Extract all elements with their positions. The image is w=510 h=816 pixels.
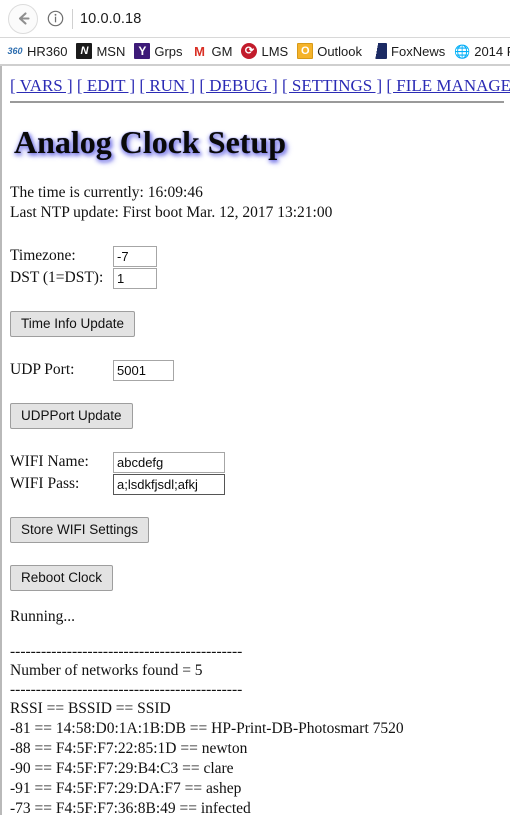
bookmark-label: 2014 F-150 [474,43,510,59]
network-row: -73 == F4:5F:F7:36:8B:49 == infected [10,800,251,815]
hr360-favicon: 360 [7,45,23,56]
timezone-row: Timezone: [10,245,510,267]
bookmark-label: Grps [154,43,183,59]
divider-bottom: ----------------------------------------… [10,681,243,698]
bookmark-label: HR360 [27,43,68,59]
wifi-pass-label: WIFI Pass: [10,475,80,492]
page-title: Analog Clock Setup [14,124,287,160]
networks-found-text: Number of networks found = 5 [10,662,203,679]
network-table-header: RSSI == BSSID == SSID [10,700,171,717]
horizontal-rule [10,101,504,103]
network-row: -91 == F4:5F:F7:29:DA:F7 == ashep [10,780,242,797]
back-arrow-icon [18,12,30,25]
browser-toolbar: 10.0.0.18 [0,0,510,38]
globe-favicon: 🌐 [454,43,471,59]
bookmark-msn[interactable]: N MSN [76,40,125,62]
bookmark-hr360[interactable]: 360 HR360 [7,40,67,62]
network-row: -88 == F4:5F:F7:22:85:1D == newton [10,740,248,757]
store-wifi-settings-button[interactable]: Store WIFI Settings [10,517,150,543]
bookmark-label: Outlook [317,43,363,59]
bookmark-foxnews[interactable]: FoxNews [371,40,445,62]
bookmark-gm[interactable]: M GM [192,40,233,62]
last-ntp-update-text: Last NTP update: First boot Mar. 12, 201… [10,204,333,221]
dst-row: DST (1=DST): [10,267,510,289]
bookmark-label: FoxNews [391,43,446,59]
page-content: [ VARS ] [ EDIT ] [ RUN ] [ DEBUG ] [ SE… [0,66,510,815]
network-row: -81 == 14:58:D0:1A:1B:DB == HP-Print-DB-… [10,720,404,737]
bookmarks-bar: 360 HR360 N MSN Y Grps M GM ⟳ LMS O Outl… [0,38,510,65]
wifi-name-row: WIFI Name: [10,451,510,473]
nav-link-debug[interactable]: [ DEBUG ] [199,76,277,95]
bookmark-label: GM [211,43,233,59]
foxnews-favicon [371,43,388,59]
nav-link-run[interactable]: [ RUN ] [139,76,195,95]
udp-port-update-button[interactable]: UDPPort Update [10,403,133,429]
wifi-pass-row: WIFI Pass: [10,473,510,495]
bookmark-outlook[interactable]: O Outlook [297,40,362,62]
wifi-pass-input[interactable] [113,473,225,495]
outlook-favicon: O [297,43,314,59]
timezone-input[interactable] [113,245,157,267]
time-status-block: The time is currently: 16:09:46 Last NTP… [10,183,510,223]
msn-favicon: N [76,43,93,59]
back-button[interactable] [8,3,38,34]
bookmark-2014-f-150[interactable]: 🌐 2014 F-150 [454,40,510,62]
divider-top: ----------------------------------------… [10,643,243,660]
url-input[interactable]: 10.0.0.18 [80,11,510,27]
nav-links: [ VARS ] [ EDIT ] [ RUN ] [ DEBUG ] [ SE… [10,76,510,96]
url-bar-divider [72,8,73,29]
nav-link-vars[interactable]: [ VARS ] [10,76,73,95]
wifi-name-input[interactable] [113,451,225,473]
dst-label: DST (1=DST): [10,269,104,286]
gmail-favicon: M [194,43,205,59]
bookmark-grps[interactable]: Y Grps [134,40,183,62]
network-row: -90 == F4:5F:F7:29:B4:C3 == clare [10,760,234,777]
current-time-text: The time is currently: 16:09:46 [10,184,203,201]
browser-chrome: 10.0.0.18 360 HR360 N MSN Y Grps M GM ⟳ … [0,0,510,66]
udp-port-row: UDP Port: [10,359,510,381]
nav-link-file-manager[interactable]: [ FILE MANAGER ] [386,76,510,95]
timezone-label: Timezone: [10,247,76,264]
yahoo-favicon: Y [134,43,151,59]
bookmark-lms[interactable]: ⟳ LMS [241,40,288,62]
time-info-update-button[interactable]: Time Info Update [10,311,136,337]
lms-favicon: ⟳ [241,43,258,59]
bookmark-label: MSN [96,43,126,59]
udp-port-label: UDP Port: [10,361,75,378]
nav-link-settings[interactable]: [ SETTINGS ] [282,76,382,95]
reboot-clock-button[interactable]: Reboot Clock [10,565,114,591]
dst-input[interactable] [113,267,157,289]
running-status-text: Running... [10,608,76,625]
bookmark-label: LMS [261,43,289,59]
nav-link-edit[interactable]: [ EDIT ] [77,76,135,95]
wifi-name-label: WIFI Name: [10,453,89,470]
udp-port-input[interactable] [113,359,174,381]
info-circle-icon[interactable] [44,8,66,30]
